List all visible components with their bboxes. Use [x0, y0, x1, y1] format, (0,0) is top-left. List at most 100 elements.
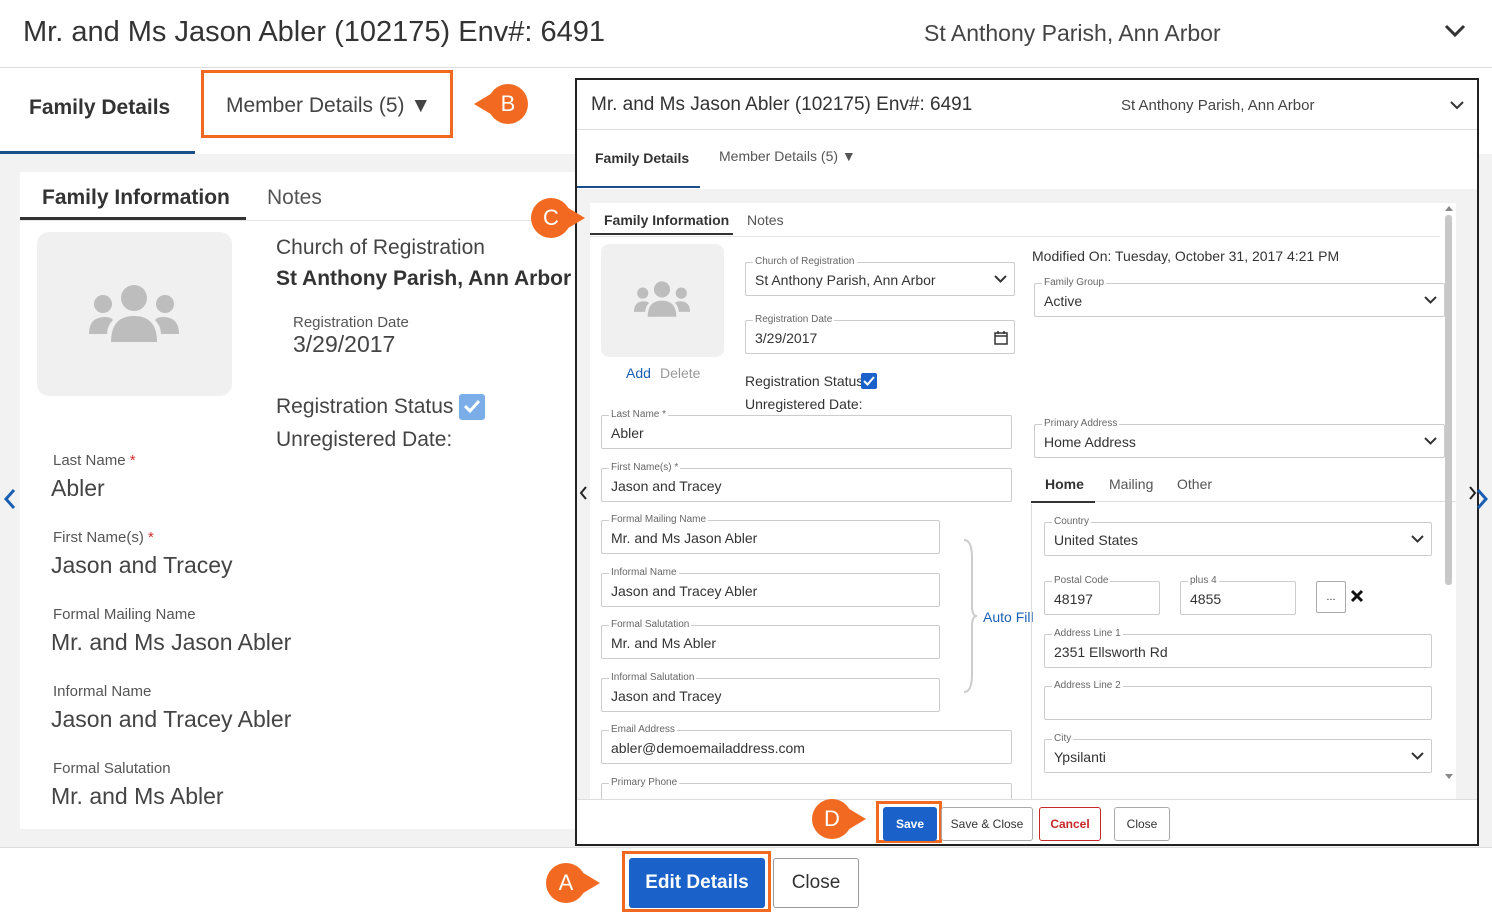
address-tab-other[interactable]: Other: [1177, 476, 1212, 492]
modal-close-button[interactable]: Close: [1114, 807, 1170, 841]
chevron-down-icon: [994, 275, 1007, 283]
last-name-input[interactable]: Last Name * Abler: [601, 409, 1012, 449]
address-line-2-input[interactable]: Address Line 2: [1044, 680, 1432, 720]
church-value: St Anthony Parish, Ann Arbor: [276, 267, 572, 290]
page-title: Mr. and Ms Jason Abler (102175) Env#: 64…: [23, 16, 605, 48]
address-tab-home[interactable]: Home: [1045, 476, 1084, 492]
chevron-left-icon[interactable]: [4, 488, 16, 510]
tab-member-details[interactable]: Member Details (5) ▼: [201, 70, 453, 138]
chevron-left-icon[interactable]: [579, 485, 588, 501]
tab-family-information[interactable]: Family Information: [20, 172, 246, 220]
callout-c: C: [531, 198, 585, 238]
divider: [590, 236, 1440, 237]
unregistered-date-label: Unregistered Date:: [276, 428, 453, 451]
formal-salutation-value: Mr. and Ms Abler: [51, 783, 224, 809]
registration-date-label: Registration Date: [293, 314, 409, 331]
family-group-select[interactable]: Family Group Active: [1034, 277, 1445, 317]
church-of-registration-select[interactable]: Church of Registration St Anthony Parish…: [745, 256, 1015, 296]
church-label: Church of Registration: [276, 236, 485, 259]
informal-salutation-input[interactable]: Informal Salutation Jason and Tracey: [601, 672, 940, 712]
modal-registration-status-checkbox[interactable]: [861, 373, 877, 389]
edit-details-button[interactable]: Edit Details: [629, 858, 765, 908]
modal-header: Mr. and Ms Jason Abler (102175) Env#: 64…: [577, 80, 1477, 130]
chevron-down-icon: [1411, 752, 1424, 760]
tab-notes[interactable]: Notes: [267, 186, 322, 210]
save-and-close-button[interactable]: Save & Close: [941, 807, 1033, 841]
auto-fill-link[interactable]: Auto Fill: [983, 609, 1034, 625]
informal-name-value: Jason and Tracey Abler: [51, 706, 292, 732]
check-icon: [863, 376, 875, 386]
last-name-value: Abler: [51, 475, 105, 501]
modified-on-text: Modified On: Tuesday, October 31, 2017 4…: [1032, 248, 1340, 264]
delete-photo-link[interactable]: Delete: [660, 365, 700, 381]
registration-status-label: Registration Status: [276, 395, 454, 418]
formal-salutation-label: Formal Salutation: [53, 760, 171, 777]
save-button[interactable]: Save: [883, 807, 937, 841]
modal-registration-status-label: Registration Status: [745, 373, 864, 389]
informal-name-label: Informal Name: [53, 683, 152, 700]
chevron-right-icon[interactable]: [1476, 488, 1488, 510]
chevron-down-icon: [1411, 535, 1424, 543]
scroll-up-icon[interactable]: [1445, 206, 1453, 211]
first-name-input[interactable]: First Name(s) * Jason and Tracey: [601, 462, 1012, 502]
tab-family-information-label: Family Information: [42, 186, 230, 209]
first-name-label: First Name(s) *: [53, 529, 154, 546]
close-button[interactable]: Close: [773, 858, 859, 908]
postal-code-input[interactable]: Postal Code 48197: [1044, 575, 1160, 615]
page-header: Mr. and Ms Jason Abler (102175) Env#: 64…: [0, 0, 1492, 68]
cancel-button[interactable]: Cancel: [1039, 807, 1101, 841]
modal-tab-family-details-label: Family Details: [595, 150, 690, 166]
modal-scrollbar-thumb[interactable]: [1445, 215, 1452, 585]
close-x-icon[interactable]: [1350, 589, 1364, 603]
calendar-icon[interactable]: [994, 330, 1008, 345]
modal-family-photo: [601, 244, 724, 357]
formal-salutation-input[interactable]: Formal Salutation Mr. and Ms Abler: [601, 619, 940, 659]
modal-unregistered-date-label: Unregistered Date:: [745, 396, 863, 412]
city-select[interactable]: City Ypsilanti: [1044, 733, 1432, 773]
last-name-label: Last Name *: [53, 452, 136, 469]
add-photo-link[interactable]: Add: [626, 365, 651, 381]
auto-fill-brace: [963, 539, 978, 693]
modal-tab-notes[interactable]: Notes: [747, 212, 784, 228]
family-photo: [37, 232, 232, 396]
chevron-down-icon: [1424, 437, 1437, 445]
country-select[interactable]: Country United States: [1044, 516, 1432, 556]
first-name-value: Jason and Tracey: [51, 552, 233, 578]
plus-4-input[interactable]: plus 4 4855: [1180, 575, 1296, 615]
email-address-input[interactable]: Email Address abler@demoemailaddress.com: [601, 724, 1012, 764]
address-tab-mailing[interactable]: Mailing: [1109, 476, 1153, 492]
family-group-icon: [89, 285, 179, 342]
postal-lookup-button[interactable]: ...: [1316, 581, 1346, 613]
registration-date-value: 3/29/2017: [293, 331, 396, 357]
chevron-down-icon[interactable]: [1450, 101, 1464, 110]
primary-phone-input[interactable]: Primary Phone: [601, 777, 1012, 799]
chevron-down-icon[interactable]: [1444, 24, 1466, 38]
informal-name-input[interactable]: Informal Name Jason and Tracey Abler: [601, 567, 940, 607]
registration-status-checkbox: [459, 394, 485, 420]
callout-b: B: [474, 84, 528, 124]
primary-address-select[interactable]: Primary Address Home Address: [1034, 418, 1445, 458]
divider: [20, 220, 580, 221]
family-group-icon: [634, 281, 690, 317]
callout-d: D: [812, 799, 866, 839]
formal-mailing-label: Formal Mailing Name: [53, 606, 196, 623]
scroll-down-icon[interactable]: [1445, 774, 1453, 779]
tab-member-details-label: Member Details (5) ▼: [226, 94, 432, 117]
page-parish: St Anthony Parish, Ann Arbor: [924, 20, 1221, 46]
address-tabs: Home Mailing Other: [1031, 466, 1455, 502]
registration-date-input[interactable]: Registration Date 3/29/2017: [745, 314, 1015, 354]
modal-tab-member-details[interactable]: Member Details (5) ▼: [719, 148, 856, 164]
modal-family-information-card: Family Information Notes Add Delete Chur…: [590, 203, 1456, 799]
edit-family-modal: Mr. and Ms Jason Abler (102175) Env#: 64…: [575, 78, 1479, 846]
address-tab-indicator: [1031, 501, 1095, 503]
modal-tab-family-details[interactable]: Family Details: [577, 131, 700, 188]
family-information-card: Family Information Notes Church of Regis…: [20, 172, 580, 829]
tab-family-details-label: Family Details: [29, 96, 171, 119]
modal-tab-family-information[interactable]: Family Information: [590, 203, 733, 235]
formal-mailing-name-input[interactable]: Formal Mailing Name Mr. and Ms Jason Abl…: [601, 514, 940, 554]
address-line-1-input[interactable]: Address Line 1 2351 Ellsworth Rd: [1044, 628, 1432, 668]
modal-title: Mr. and Ms Jason Abler (102175) Env#: 64…: [591, 94, 973, 115]
formal-mailing-value: Mr. and Ms Jason Abler: [51, 629, 292, 655]
tab-family-details[interactable]: Family Details: [0, 70, 195, 154]
callout-a: A: [546, 863, 600, 903]
